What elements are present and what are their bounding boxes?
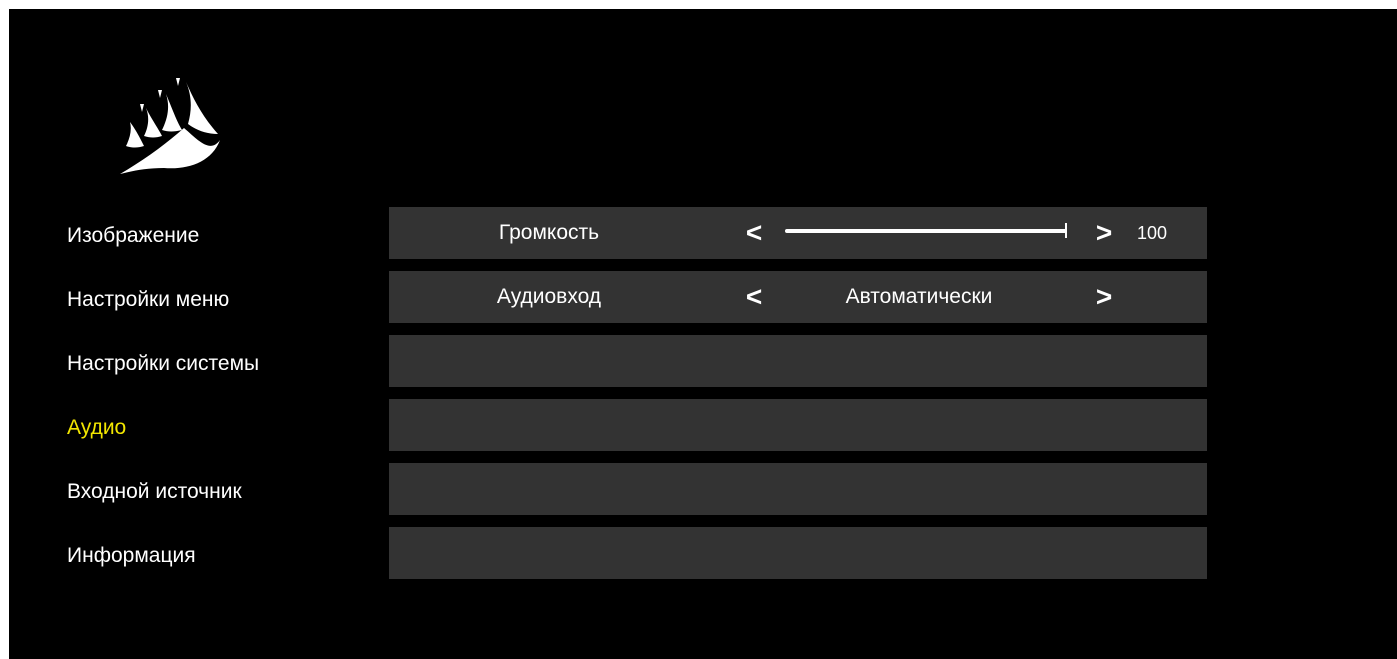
volume-slider[interactable] xyxy=(785,223,1067,238)
volume-slider-handle[interactable] xyxy=(1065,223,1067,238)
volume-value: 100 xyxy=(1137,223,1168,243)
volume-row[interactable]: Громкость < > 100 xyxy=(389,207,1207,259)
menu-item-information[interactable]: Информация xyxy=(67,541,367,571)
volume-slider-fill xyxy=(785,229,1067,233)
menu-item-audio[interactable]: Аудио xyxy=(67,413,367,443)
audio-input-next-button[interactable]: > xyxy=(1089,271,1119,323)
audio-input-row[interactable]: Аудиовход < Автоматически > xyxy=(389,271,1207,323)
menu-item-input-source[interactable]: Входной источник xyxy=(67,477,367,507)
volume-label: Громкость xyxy=(498,221,600,244)
empty-row xyxy=(389,463,1207,515)
empty-row xyxy=(389,527,1207,579)
menu-item-picture[interactable]: Изображение xyxy=(67,221,367,251)
volume-decrease-button[interactable]: < xyxy=(739,207,769,259)
empty-row xyxy=(389,399,1207,451)
osd-screen: Изображение Настройки меню Настройки сис… xyxy=(9,9,1397,659)
menu-item-system-settings[interactable]: Настройки системы xyxy=(67,349,367,379)
empty-row xyxy=(389,335,1207,387)
menu-item-menu-settings[interactable]: Настройки меню xyxy=(67,285,367,315)
audio-input-previous-button[interactable]: < xyxy=(739,271,769,323)
audio-input-label: Аудиовход xyxy=(496,285,602,308)
volume-increase-button[interactable]: > xyxy=(1089,207,1119,259)
corsair-sails-logo-icon xyxy=(120,78,220,174)
audio-input-value: Автоматически xyxy=(845,285,993,308)
